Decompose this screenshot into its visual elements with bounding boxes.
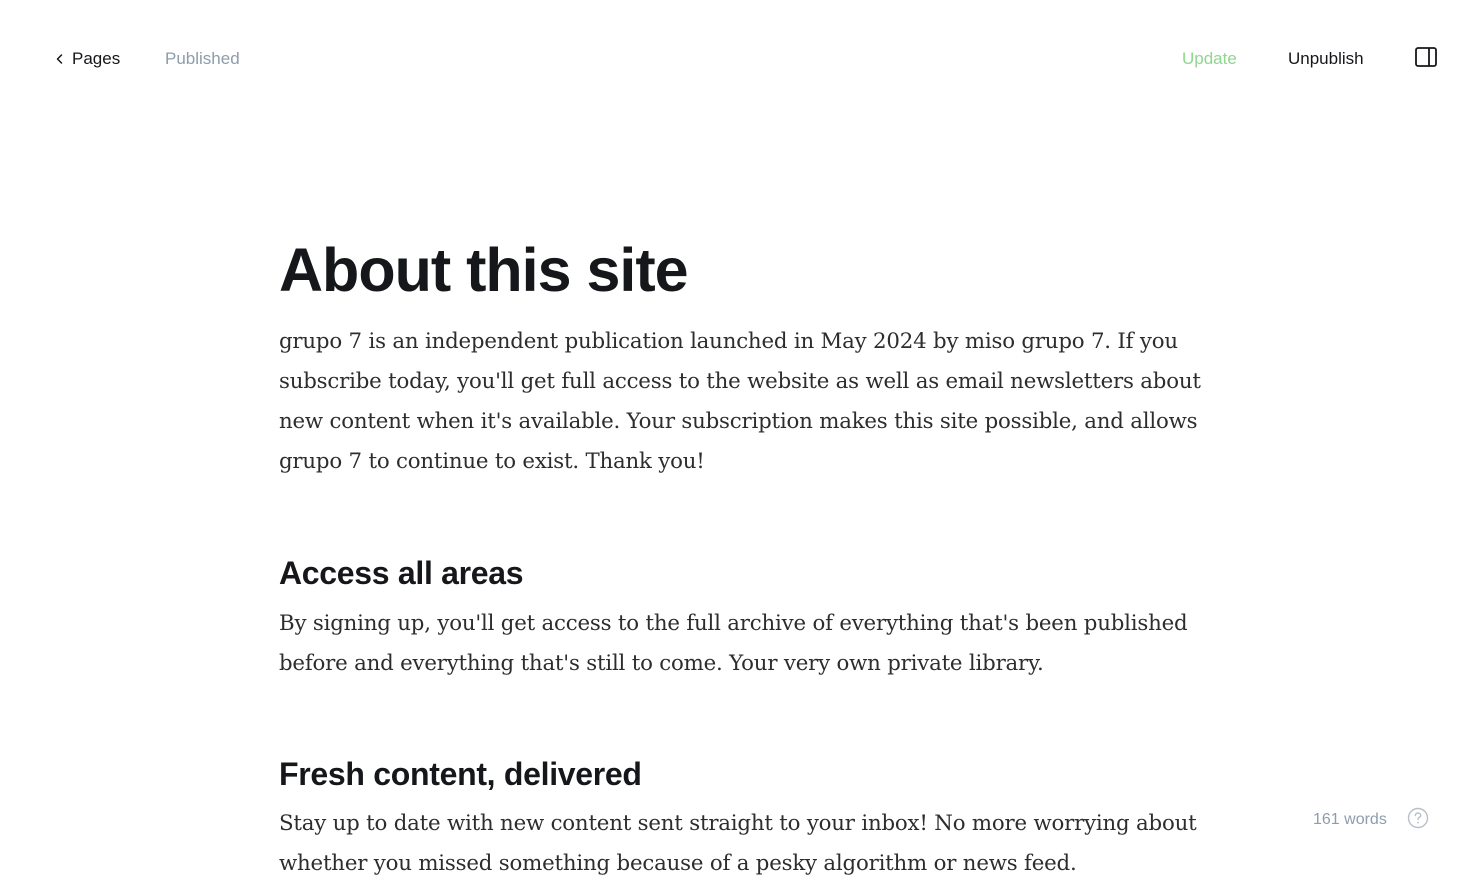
sidebar-toggle-icon — [1415, 46, 1437, 72]
help-button[interactable] — [1407, 807, 1429, 834]
section-heading-access[interactable]: Access all areas — [279, 553, 1209, 593]
intro-paragraph[interactable]: grupo 7 is an independent publication la… — [279, 322, 1209, 482]
help-icon — [1407, 807, 1429, 834]
word-count: 161 words — [1313, 811, 1387, 828]
post-title[interactable]: About this site — [279, 230, 1209, 310]
post-editor[interactable]: About this site grupo 7 is an independen… — [279, 230, 1209, 884]
back-link-label: Pages — [72, 49, 121, 68]
update-button[interactable]: Update — [1170, 47, 1249, 71]
section-body-access[interactable]: By signing up, you'll get access to the … — [279, 604, 1209, 684]
post-status-label: Published — [165, 49, 240, 68]
unpublish-button[interactable]: Unpublish — [1276, 47, 1376, 71]
section-body-fresh-content[interactable]: Stay up to date with new content sent st… — [279, 804, 1209, 884]
back-to-pages-link[interactable]: Pages — [54, 47, 120, 71]
section-heading-fresh-content[interactable]: Fresh content, delivered — [279, 754, 1209, 794]
editor-footer: 161 words — [1313, 807, 1429, 834]
sidebar-toggle-button[interactable] — [1413, 46, 1439, 72]
editor-header: Pages Published Update Unpublish — [0, 0, 1483, 118]
chevron-left-icon — [54, 53, 66, 65]
